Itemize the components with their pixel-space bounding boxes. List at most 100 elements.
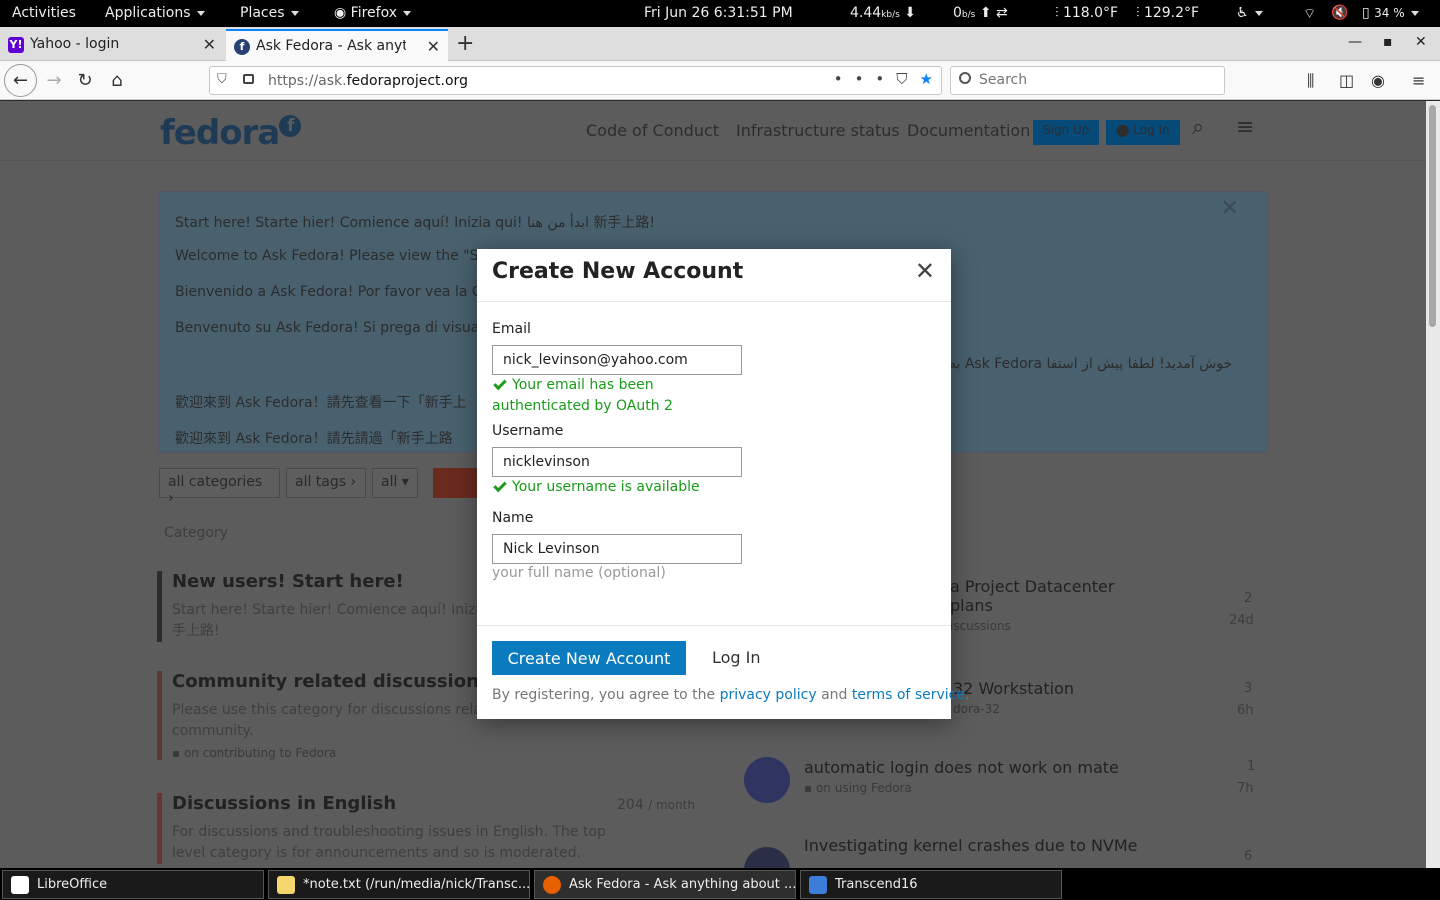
close-tab-icon[interactable]: ✕ [427, 37, 440, 56]
volume-muted-icon[interactable]: 🔇 [1331, 5, 1348, 21]
home-icon[interactable]: ⌂ [103, 67, 131, 95]
taskbar-firefox[interactable]: Ask Fedora - Ask anything about ... [534, 870, 796, 899]
category-column-label: Category [164, 525, 228, 541]
places-menu[interactable]: Places [240, 5, 299, 21]
topic-workstation[interactable]: 32 Workstation dora-32 [953, 679, 1074, 716]
category-english[interactable]: Discussions in English For discussions a… [157, 793, 702, 864]
bookmark-star-icon[interactable]: ★ [920, 70, 933, 88]
avatar[interactable] [744, 757, 790, 803]
search-icon[interactable]: ⌕ [1192, 115, 1204, 140]
search-icon [959, 72, 971, 84]
yahoo-favicon-icon: Y! [8, 37, 24, 53]
page-scrollbar[interactable] [1426, 101, 1440, 868]
name-hint: your full name (optional) [492, 565, 666, 581]
page-actions-icon[interactable]: ••• [834, 70, 897, 88]
legal-notice: By registering, you agree to the privacy… [492, 687, 970, 703]
signup-button[interactable]: Sign Up [1033, 120, 1100, 145]
nav-code-of-conduct[interactable]: Code of Conduct [586, 121, 719, 140]
battery-icon: ▯ [1362, 5, 1370, 21]
taskbar-libreoffice[interactable]: LibreOffice [2, 870, 264, 899]
system-top-bar: Activities Applications Places ◉ Firefox… [0, 0, 1440, 27]
tracking-shield-icon[interactable]: ⛉ [217, 72, 227, 87]
firefox-icon [543, 876, 561, 894]
thermometer-icon: ⫶ [1136, 5, 1140, 21]
login-header-button[interactable]: ⬤ Log In [1106, 120, 1180, 145]
accessibility-icon[interactable]: ♿ [1236, 5, 1263, 21]
reload-icon[interactable]: ↻ [71, 67, 99, 95]
nav-documentation[interactable]: Documentation [907, 121, 1030, 140]
username-field[interactable] [492, 447, 742, 477]
navigation-toolbar: ← → ↻ ⌂ ⛉ https://ask.fedoraproject.org … [0, 61, 1440, 100]
filter-all-tags[interactable]: all tags › [286, 468, 366, 498]
activities-button[interactable]: Activities [12, 5, 76, 21]
search-bar[interactable] [950, 66, 1225, 95]
scrollbar-thumb[interactable] [1429, 105, 1436, 327]
new-tab-plus-icon[interactable]: + [456, 31, 474, 56]
net-up-speed: 0b/s ⬆ ⇄ [953, 5, 1008, 21]
taskbar: LibreOffice *note.txt (/run/media/nick/T… [0, 868, 1440, 900]
window-close-icon[interactable]: ✕ [1415, 34, 1427, 50]
fedora-logo[interactable]: fedora f [160, 113, 302, 153]
browser-tab-strip: Y! Yahoo - login ✕ f Ask Fedora - Ask an… [0, 27, 1440, 61]
user-icon: ⬤ [1116, 123, 1130, 137]
modal-header: Create New Account ✕ [477, 249, 951, 302]
thermometer-icon: ⫶ [1055, 5, 1059, 21]
categories-button[interactable] [433, 468, 477, 498]
library-icon[interactable]: ⫼ [1307, 71, 1314, 91]
filter-all-categories[interactable]: all categories › [159, 468, 280, 506]
site-header: fedora f Code of Conduct Infrastructure s… [0, 101, 1426, 161]
topic-automatic-login[interactable]: automatic login does not work on mate ▪ … [804, 758, 1119, 795]
avatar[interactable] [744, 847, 790, 868]
create-account-modal: Create New Account ✕ Email Your email ha… [477, 249, 969, 719]
taskbar-note-txt[interactable]: *note.txt (/run/media/nick/Transc... [268, 870, 530, 899]
maximize-icon[interactable]: ▪ [1383, 34, 1393, 50]
terms-of-service-link[interactable]: terms of service [852, 687, 965, 703]
filter-all[interactable]: all ▾ [372, 468, 418, 498]
back-arrow-icon[interactable]: ← [4, 64, 37, 97]
applications-menu[interactable]: Applications [105, 5, 205, 21]
sidebar-icon[interactable]: ◫ [1339, 71, 1354, 90]
temperature-1: ⫶ 118.0°F [1055, 5, 1119, 21]
close-tab-icon[interactable]: ✕ [203, 35, 216, 54]
topic-datacenter[interactable]: a Project Datacenter plans iscussions [950, 577, 1114, 633]
nav-infrastructure-status[interactable]: Infrastructure status [736, 121, 900, 140]
minimize-icon[interactable]: — [1348, 34, 1362, 50]
topic-kernel-crashes[interactable]: Investigating kernel crashes due to NVMe [804, 836, 1138, 855]
close-banner-icon[interactable]: ✕ [1221, 196, 1239, 221]
text-editor-icon [277, 876, 295, 894]
close-icon[interactable]: ✕ [915, 257, 935, 285]
url-text[interactable]: https://ask.fedoraproject.org [268, 73, 468, 89]
account-icon[interactable]: ◉ [1371, 71, 1385, 90]
checkmark-icon [493, 376, 507, 390]
clock[interactable]: Fri Jun 26 6:31:51 PM [644, 5, 793, 21]
tab-ask-fedora[interactable]: f Ask Fedora - Ask anything about Fedora… [226, 29, 448, 61]
hamburger-menu-icon[interactable]: ≡ [1236, 115, 1254, 140]
tab-yahoo-login[interactable]: Y! Yahoo - login ✕ [0, 29, 224, 61]
firefox-app-menu[interactable]: ◉ Firefox [334, 5, 411, 21]
battery-indicator[interactable]: ▯ 34 % [1362, 5, 1419, 21]
fedora-bubble-icon: f [279, 115, 302, 137]
taskbar-transcend16[interactable]: Transcend16 [800, 870, 1062, 899]
email-field[interactable] [492, 345, 742, 375]
modal-title: Create New Account [492, 259, 744, 284]
name-field[interactable] [492, 534, 742, 564]
url-bar[interactable]: ⛉ https://ask.fedoraproject.org •••⛉★ [209, 66, 942, 95]
file-manager-icon [809, 876, 827, 894]
net-down-speed: 4.44kb/s ⬇ [850, 5, 917, 21]
create-account-button[interactable]: Create New Account [492, 641, 686, 675]
privacy-policy-link[interactable]: privacy policy [720, 687, 817, 703]
username-validation-message: Your username is available [492, 477, 752, 498]
lock-icon[interactable] [243, 74, 254, 84]
forward-arrow-icon[interactable]: → [40, 67, 68, 95]
login-link[interactable]: Log In [712, 648, 761, 667]
name-label: Name [492, 510, 534, 526]
wifi-icon[interactable]: ⌔ [1303, 5, 1316, 23]
document-icon [11, 876, 29, 894]
username-label: Username [492, 423, 564, 439]
arrow-up-icon: ⬆ [979, 5, 992, 21]
hamburger-menu-icon[interactable]: ≡ [1412, 71, 1425, 90]
english-post-count: 204 / month [617, 797, 695, 813]
modal-footer: Create New Account Log In By registering… [477, 625, 969, 719]
search-input[interactable] [979, 72, 1209, 88]
pocket-icon[interactable]: ⛉ [896, 70, 919, 88]
